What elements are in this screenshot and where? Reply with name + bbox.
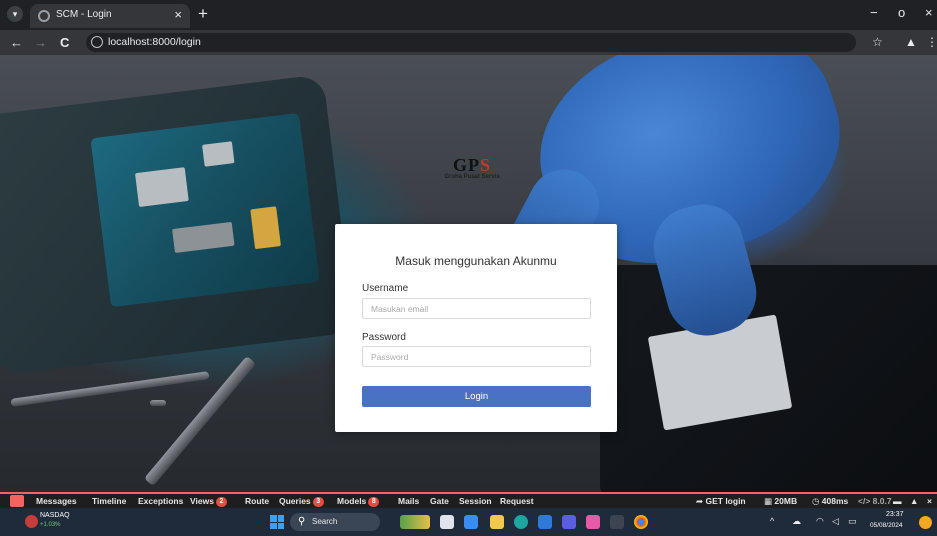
debugbar-tab-session[interactable]: Session — [459, 496, 492, 506]
debugbar-tab-request[interactable]: Request — [500, 496, 534, 506]
photos-icon[interactable] — [586, 515, 600, 529]
username-label: Username — [362, 283, 409, 294]
browser-toolbar: ← → C localhost:8000/login ☆ ▲ ⋮ — [0, 30, 937, 55]
password-input[interactable] — [362, 346, 591, 367]
logo-mark: GPS — [427, 155, 517, 176]
brand-logo: GPS Gruha Pusat Servis — [427, 155, 517, 195]
clock-date[interactable]: 05/08/2024 — [870, 522, 903, 529]
calendar-icon[interactable] — [538, 515, 552, 529]
debugbar-tab-route[interactable]: Route — [245, 496, 269, 506]
widgets-icon[interactable] — [400, 515, 430, 529]
taskbar-search[interactable]: ⚲ Search — [290, 513, 380, 531]
new-tab-button[interactable]: + — [198, 4, 208, 24]
battery-icon[interactable]: ▭ — [848, 516, 857, 527]
debugbar-queries-label: Queries — [279, 496, 311, 506]
debugbar: Messages Timeline Exceptions Views 2 Rout… — [0, 492, 937, 508]
stock-name: NASDAQ — [40, 512, 70, 519]
debugbar-models-label: Models — [337, 496, 367, 506]
logo-subtitle: Gruha Pusat Servis — [444, 174, 500, 180]
tab-close-icon[interactable]: × — [174, 7, 182, 22]
minimize-button[interactable]: − — [870, 5, 878, 20]
address-bar[interactable]: localhost:8000/login — [86, 33, 856, 52]
debugbar-views-label: Views — [190, 496, 214, 506]
close-window-button[interactable]: × — [925, 5, 933, 20]
stock-down-icon — [25, 515, 38, 528]
notification-icon[interactable] — [919, 516, 932, 529]
password-label: Password — [362, 332, 406, 343]
debugbar-duration-value: 408ms — [821, 496, 849, 506]
folder-icon[interactable] — [490, 515, 504, 529]
background-circuit-board — [90, 112, 320, 308]
site-info-icon[interactable] — [91, 36, 103, 48]
globe-icon — [38, 10, 50, 22]
login-card: Masuk menggunakan Akunmu Username Passwo… — [335, 224, 617, 432]
browser-tab-strip: ▾ SCM - Login × + − o × — [0, 0, 937, 30]
username-input[interactable] — [362, 298, 591, 319]
debugbar-memory: ▦ 20MB — [764, 496, 798, 506]
terminal-icon[interactable] — [610, 515, 624, 529]
vscode-icon[interactable] — [562, 515, 576, 529]
windows-taskbar: NASDAQ +1.03% ⚲ Search ^ ☁ ◠ ◁ ▭ 23:37 0… — [0, 508, 937, 536]
debugbar-logo-icon[interactable] — [10, 495, 24, 507]
debugbar-tab-timeline[interactable]: Timeline — [92, 496, 126, 506]
debugbar-tab-mails[interactable]: Mails — [398, 496, 419, 506]
tab-search-button[interactable]: ▾ — [7, 6, 23, 22]
debugbar-tab-messages[interactable]: Messages — [36, 496, 77, 506]
debugbar-tab-models[interactable]: Models 8 — [337, 496, 380, 507]
file-explorer-icon[interactable] — [440, 515, 454, 529]
edge-icon[interactable] — [514, 515, 528, 529]
browser-menu-icon[interactable]: ⋮ — [926, 35, 937, 49]
tab-active[interactable]: SCM - Login × — [30, 4, 190, 28]
debugbar-version-value: 8.0.7 — [872, 496, 892, 506]
debugbar-views-badge: 2 — [215, 496, 227, 507]
login-page: GPS Gruha Pusat Servis Masuk menggunakan… — [0, 55, 937, 492]
profile-icon[interactable]: ▲ — [905, 35, 917, 49]
debugbar-request[interactable]: ➦ GET login — [696, 496, 746, 507]
address-url[interactable]: localhost:8000/login — [108, 36, 201, 48]
maximize-button[interactable]: o — [898, 5, 905, 20]
debugbar-maximize-icon[interactable]: ▲ — [910, 496, 918, 506]
debugbar-tab-exceptions[interactable]: Exceptions — [138, 496, 183, 506]
search-icon: ⚲ — [298, 516, 306, 527]
clock-time[interactable]: 23:37 — [886, 511, 904, 518]
logo-mark-accent: S — [479, 155, 491, 175]
debugbar-tab-gate[interactable]: Gate — [430, 496, 449, 506]
wifi-icon[interactable]: ◠ — [816, 516, 824, 527]
reload-button[interactable]: C — [60, 35, 69, 50]
debugbar-open-icon[interactable]: ▬ — [893, 496, 902, 506]
volume-icon[interactable]: ◁ — [832, 516, 839, 527]
debugbar-duration: ◷ 408ms — [812, 496, 849, 506]
debugbar-close-icon[interactable]: × — [927, 496, 932, 506]
debugbar-tab-views[interactable]: Views 2 — [190, 496, 227, 507]
windows-start-icon[interactable] — [270, 515, 284, 529]
tray-overflow-icon[interactable]: ^ — [770, 516, 774, 526]
background-screwdriver — [10, 371, 210, 407]
chrome-icon[interactable] — [634, 515, 648, 529]
debugbar-models-badge: 8 — [368, 496, 380, 507]
login-button[interactable]: Login — [362, 386, 591, 407]
stock-change: +1.03% — [40, 522, 61, 528]
debugbar-request-label: GET login — [705, 496, 746, 506]
store-icon[interactable] — [464, 515, 478, 529]
debugbar-tab-queries[interactable]: Queries 3 — [279, 496, 324, 507]
back-button[interactable]: ← — [10, 35, 23, 50]
bookmark-star-icon[interactable]: ☆ — [872, 35, 883, 49]
login-title: Masuk menggunakan Akunmu — [395, 254, 557, 268]
forward-button[interactable]: → — [34, 35, 47, 50]
search-label: Search — [312, 517, 338, 526]
debugbar-memory-value: 20MB — [774, 496, 798, 506]
debugbar-version: </> 8.0.7 — [858, 496, 892, 506]
tab-title: SCM - Login — [56, 9, 112, 20]
background-screw — [150, 400, 166, 406]
debugbar-queries-badge: 3 — [312, 496, 324, 507]
logo-mark-main: GP — [452, 155, 480, 175]
onedrive-icon[interactable]: ☁ — [792, 516, 801, 527]
